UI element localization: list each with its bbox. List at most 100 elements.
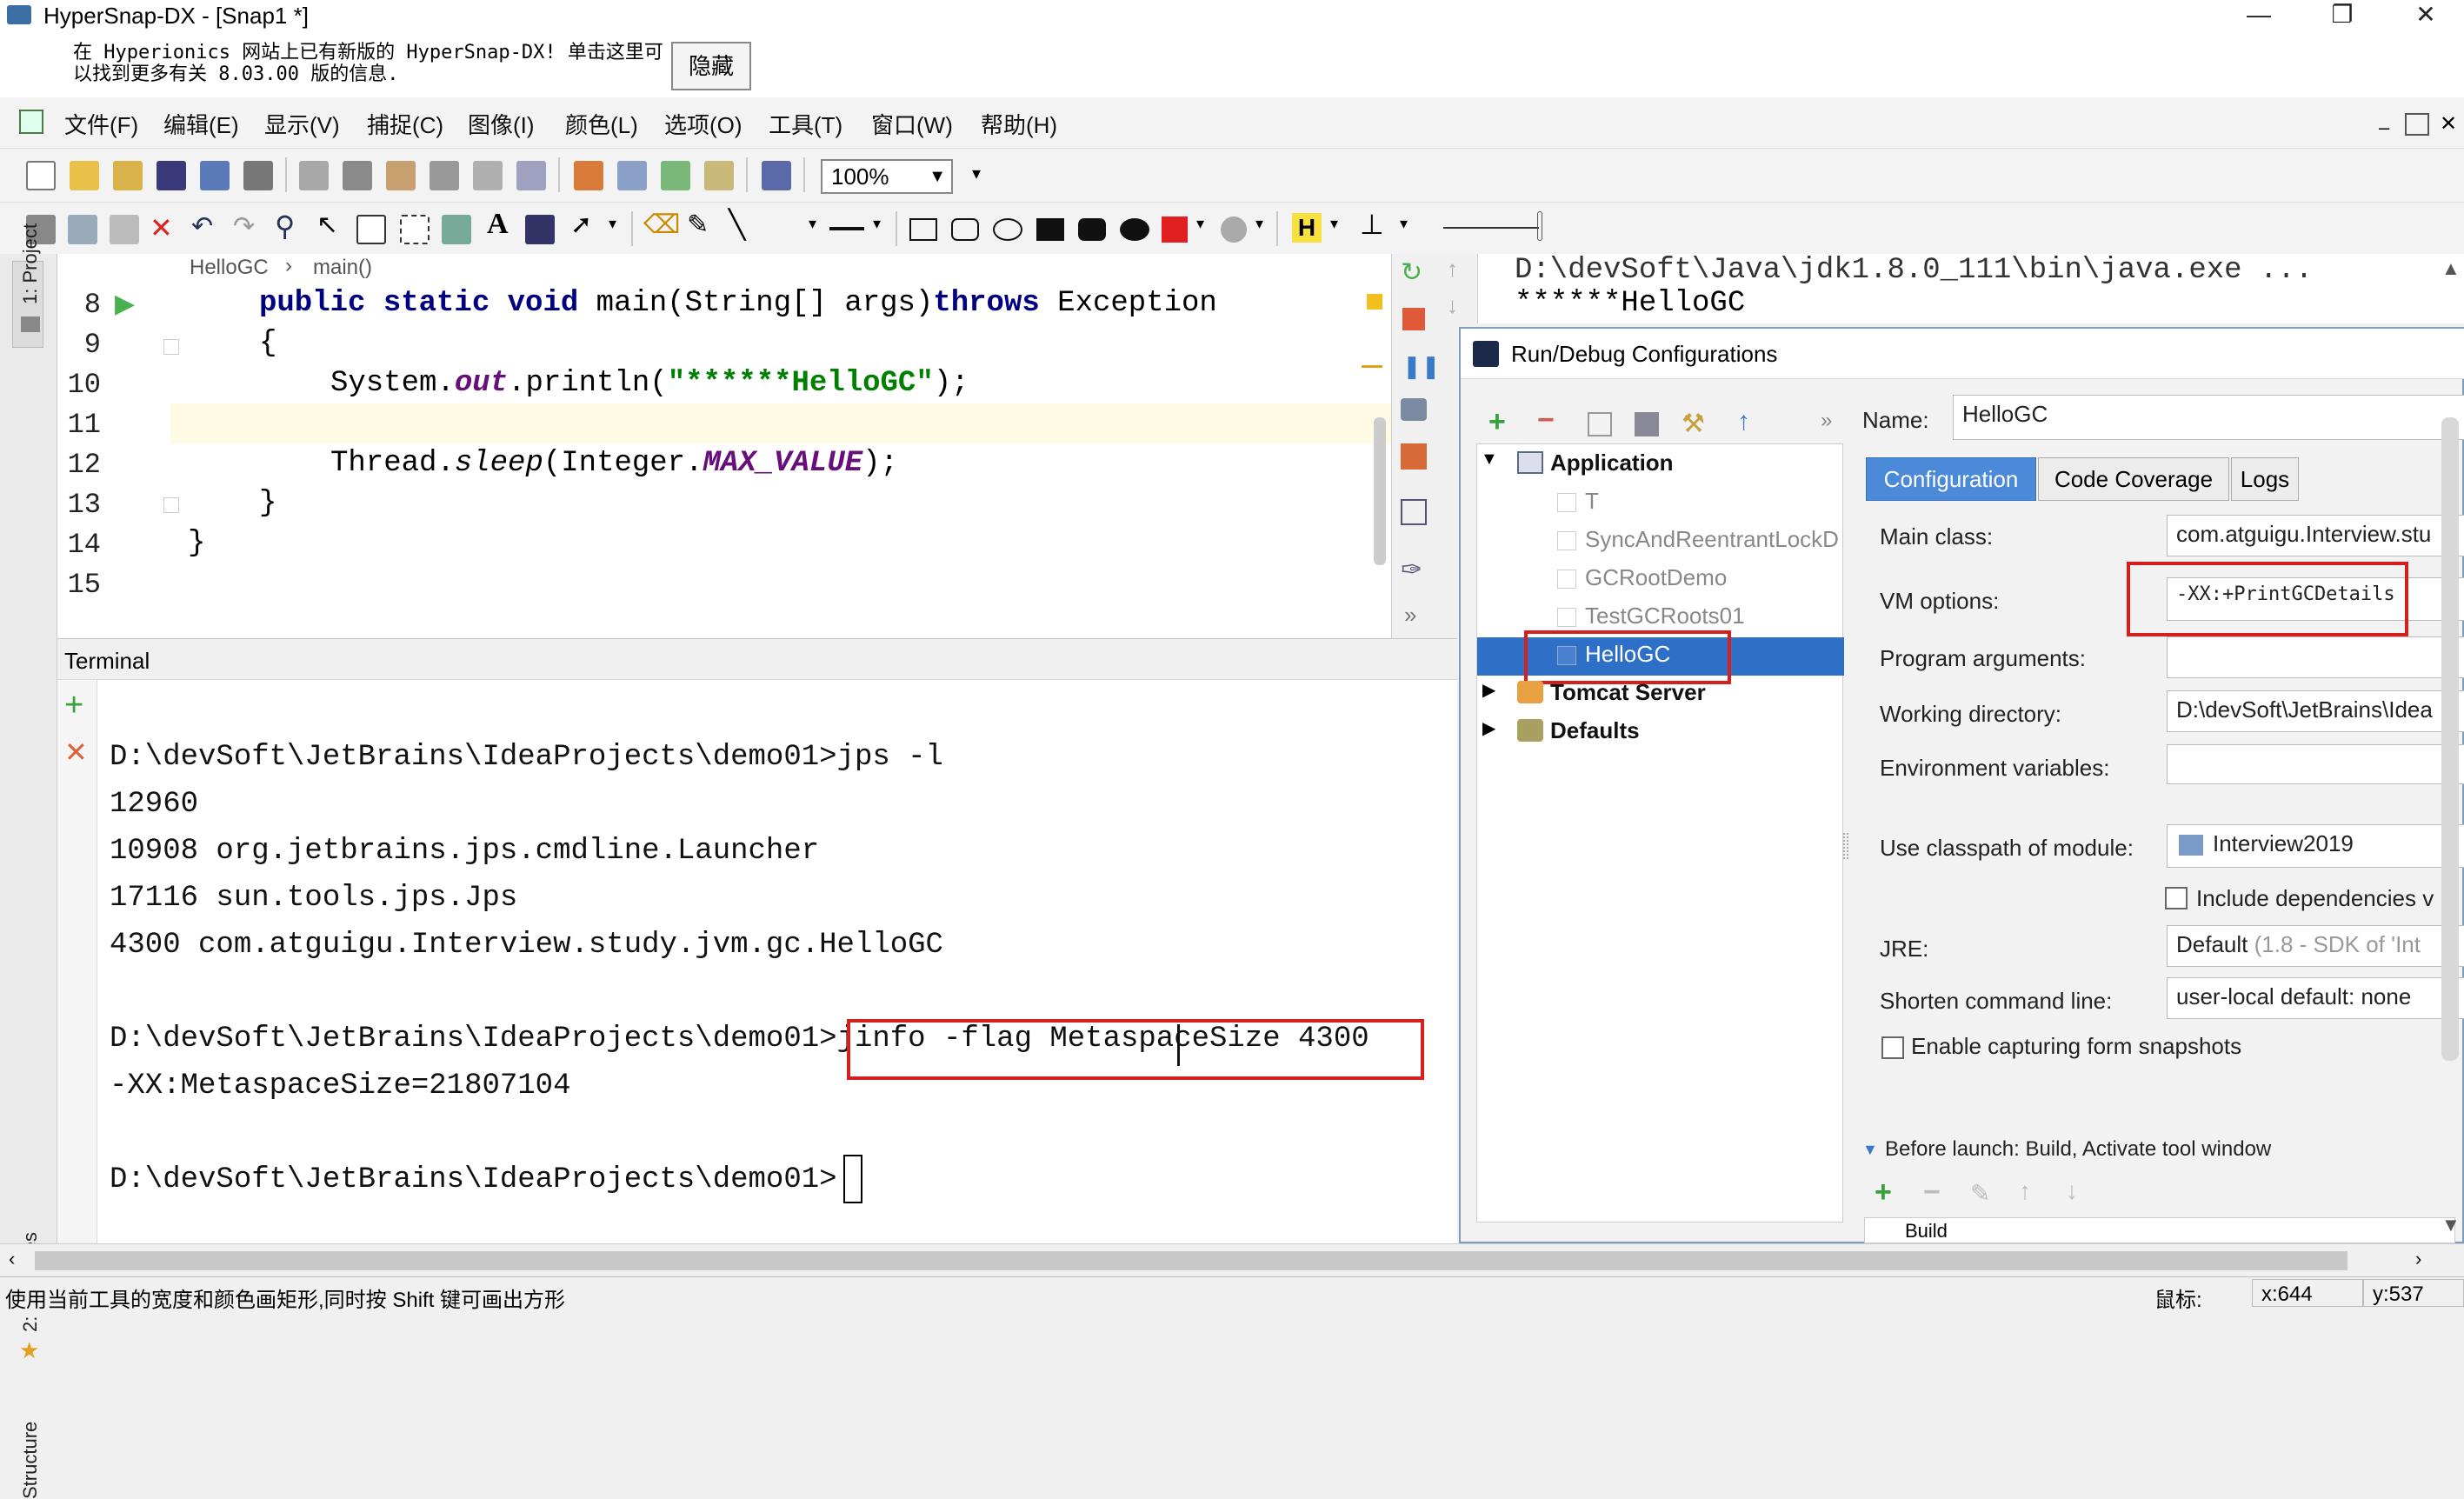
chevron-down-icon[interactable]: ▾ [1400,215,1408,233]
rotate-icon[interactable] [574,161,603,190]
layout-icon[interactable] [1401,499,1427,525]
remove-config-icon[interactable]: − [1537,403,1555,437]
copy-config-icon[interactable] [1588,412,1612,436]
capture-button-icon[interactable] [430,161,459,190]
chevron-right-icon[interactable]: ▶ [1482,717,1495,739]
move-down-icon[interactable]: ↓ [2066,1177,2078,1205]
tree-item-config[interactable]: TestGCRoots01 [1585,603,1745,630]
menu-view[interactable]: 显示(V) [264,108,340,140]
tree-item-application[interactable]: Application [1550,450,1674,476]
help-pointer-icon[interactable] [762,161,791,190]
scrollbar-thumb[interactable] [35,1251,2347,1270]
chevron-up-icon[interactable]: ▲ [2441,257,2461,280]
capture-multi-icon[interactable] [516,161,546,190]
include-dependencies-checkbox[interactable] [2165,887,2188,909]
structure-tab-label[interactable]: Structure [19,1422,42,1499]
pointer-tool-icon[interactable]: ➚ [570,210,592,240]
ellipse-tool-icon[interactable] [993,218,1022,241]
star-icon[interactable]: ★ [19,1337,39,1364]
splitter-handle[interactable] [1843,833,1848,859]
tree-item-tomcat[interactable]: Tomcat Server [1550,679,1706,706]
chevron-right-icon[interactable]: › [2415,1248,2421,1270]
zoom-tool-icon[interactable]: ⚲ [275,210,295,243]
more-icon[interactable]: » [1404,602,1416,629]
wrench-icon[interactable]: ⚒ [1682,409,1705,439]
slider-track[interactable] [1443,227,1539,229]
editor-scrollbar[interactable] [1374,417,1386,565]
rerun-icon[interactable]: ↻ [1401,257,1422,288]
crop-icon[interactable] [704,161,734,190]
save-icon[interactable] [156,161,186,190]
chevron-down-icon[interactable]: ▾ [1196,215,1204,233]
move-up-icon[interactable]: ↑ [1737,407,1750,436]
add-task-icon[interactable]: + [1875,1176,1892,1209]
jre-select[interactable]: Default (1.8 - SDK of 'Int [2167,925,2464,967]
menu-capture[interactable]: 捕捉(C) [367,108,443,140]
open-recent-icon[interactable] [113,161,143,190]
stamp-icon[interactable] [525,215,555,244]
working-directory-input[interactable]: D:\devSoft\JetBrains\Idea [2167,690,2464,732]
add-config-icon[interactable]: + [1488,405,1506,439]
capture-region-icon[interactable] [299,161,329,190]
save-config-icon[interactable] [1635,412,1659,436]
chevron-down-icon[interactable]: ▾ [809,215,816,233]
capture-snapshots-checkbox[interactable] [1881,1036,1904,1059]
before-launch-label[interactable]: Before launch: Build, Activate tool wind… [1885,1137,2271,1162]
menu-image[interactable]: 图像(I) [468,108,535,140]
capture-window-icon[interactable] [473,161,503,190]
document-icon[interactable] [19,110,43,134]
build-task[interactable]: Build [1905,1220,1948,1243]
stop-icon[interactable] [1402,308,1425,330]
new-file-icon[interactable] [26,161,56,190]
line-tool-icon[interactable]: ╲ [729,208,745,241]
menu-options[interactable]: 选项(O) [664,108,743,140]
environment-variables-input[interactable] [2167,744,2464,784]
update-notice-message[interactable]: 在 Hyperionics 网站上已有新版的 HyperSnap-DX! 单击这… [73,42,664,85]
rounded-rect-tool-icon[interactable] [951,218,979,241]
program-arguments-input[interactable] [2167,636,2464,678]
copy-icon[interactable] [68,215,97,244]
move-up-icon[interactable]: ↑ [2019,1177,2031,1205]
rectangle-tool-icon[interactable] [909,218,937,241]
breadcrumb-class[interactable]: HelloGC [190,256,269,280]
menu-tools[interactable]: 工具(T) [769,108,842,140]
eraser-icon[interactable]: ⌫ [643,210,680,240]
shorten-command-line-select[interactable]: user-local default: none [2167,977,2464,1019]
chevron-right-icon[interactable]: ▶ [1482,679,1495,701]
exit-icon[interactable] [1401,443,1427,470]
warning-marker[interactable] [1367,294,1382,310]
fold-icon[interactable] [163,497,179,513]
chevron-down-icon[interactable]: ▾ [873,215,881,233]
tree-item-config[interactable]: SyncAndReentrantLockD [1585,526,1839,553]
restore-button[interactable]: ❐ [2316,0,2368,31]
tree-item-defaults[interactable]: Defaults [1550,717,1640,744]
new-session-icon[interactable]: + [64,687,83,724]
zoom-select[interactable]: 100% ▼ [821,159,953,194]
toolbar-overflow-icon[interactable]: ▾ [972,163,981,184]
filled-ellipse-icon[interactable] [1120,218,1149,241]
undo-icon[interactable]: ↶ [191,211,213,242]
select-arrow-icon[interactable]: ↖ [316,210,338,240]
close-session-icon[interactable]: ✕ [64,736,88,769]
text-tool-icon[interactable]: A [487,208,509,241]
hide-notice-button[interactable]: 隐藏 [671,42,751,90]
tree-item-config[interactable]: T [1585,488,1599,515]
delete-icon[interactable]: ✕ [150,211,173,244]
pen-icon[interactable]: ✎ [687,210,709,240]
tab-logs[interactable]: Logs [2231,457,2299,501]
slider-handle[interactable] [1537,211,1542,241]
magic-wand-icon[interactable] [442,215,471,244]
name-input[interactable]: HelloGC [1953,395,2464,440]
menu-window[interactable]: 窗口(W) [871,108,953,140]
color-picker-icon[interactable] [1162,217,1188,243]
edit-task-icon[interactable]: ✎ [1970,1179,1990,1208]
run-gutter-icon[interactable]: ▶ [115,289,135,319]
tab-code-coverage[interactable]: Code Coverage [2038,457,2229,501]
chevron-down-icon[interactable]: ▼ [2441,1214,2461,1236]
camera-icon[interactable] [1401,398,1427,421]
arrow-down-icon[interactable]: ↓ [1447,292,1458,319]
close-button[interactable]: ✕ [2400,0,2452,31]
horizontal-scrollbar[interactable]: ‹ › [0,1243,2464,1276]
open-folder-icon[interactable] [70,161,99,190]
stamp-tool-icon[interactable]: ⊥ [1360,208,1384,241]
